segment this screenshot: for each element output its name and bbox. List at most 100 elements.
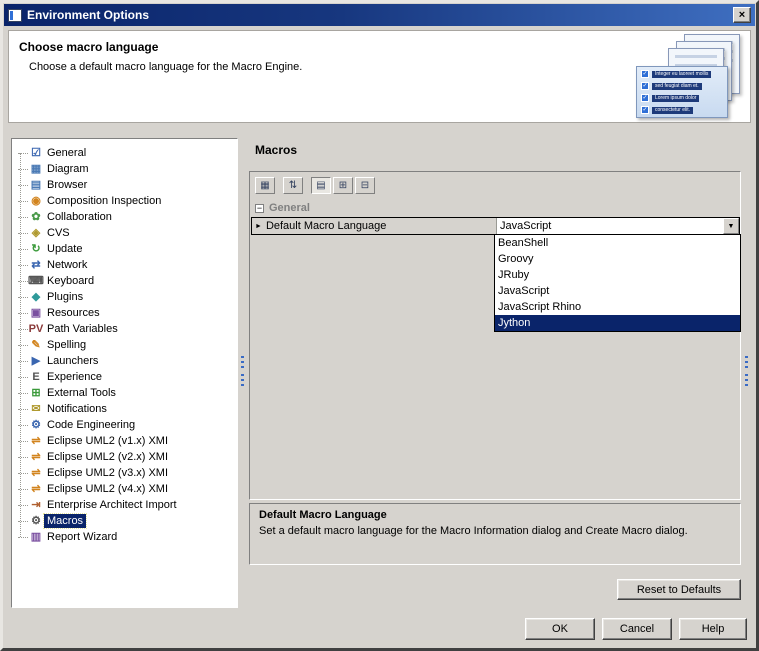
network-icon: ⇄ bbox=[28, 257, 44, 273]
show-description-icon[interactable]: ▤ bbox=[311, 177, 331, 194]
keyboard-icon: ⌨ bbox=[28, 273, 44, 289]
help-button[interactable]: Help bbox=[679, 618, 747, 640]
eclipse-uml2-v1-icon: ⇌ bbox=[28, 433, 44, 449]
tree-item[interactable]: ◉ Composition Inspection bbox=[12, 193, 237, 209]
content-splitter[interactable] bbox=[743, 138, 751, 608]
report-wizard-icon: ▥ bbox=[28, 529, 44, 545]
tree-guide-line bbox=[20, 153, 21, 537]
tree-item-label: Browser bbox=[44, 178, 90, 192]
tree-splitter[interactable] bbox=[239, 138, 247, 608]
tree-item[interactable]: ✉ Notifications bbox=[12, 401, 237, 417]
enterprise-architect-import-icon: ⇥ bbox=[28, 497, 44, 513]
tree-item[interactable]: ⚙ Code Engineering bbox=[12, 417, 237, 433]
tree-item[interactable]: ✎ Spelling bbox=[12, 337, 237, 353]
collapse-group-icon[interactable]: − bbox=[255, 204, 264, 213]
tree-item[interactable]: ▥ Report Wizard bbox=[12, 529, 237, 545]
tree-item[interactable]: ⊞ External Tools bbox=[12, 385, 237, 401]
environment-options-dialog: Environment Options × Choose macro langu… bbox=[0, 0, 759, 651]
close-icon[interactable]: × bbox=[733, 7, 751, 23]
collapse-all-icon[interactable]: ⊟ bbox=[355, 177, 375, 194]
tree-item[interactable]: E Experience bbox=[12, 369, 237, 385]
tree-item[interactable]: ◆ Plugins bbox=[12, 289, 237, 305]
tree-item[interactable]: ↻ Update bbox=[12, 241, 237, 257]
tree-item[interactable]: ⇄ Network bbox=[12, 257, 237, 273]
tree-item[interactable]: ⇌ Eclipse UML2 (v3.x) XMI bbox=[12, 465, 237, 481]
tree-item-label: Spelling bbox=[44, 338, 89, 352]
dropdown-option[interactable]: JRuby bbox=[495, 267, 740, 283]
checklist-row: ✓ sed feugiat diam et. bbox=[641, 82, 723, 90]
tree-item[interactable]: ✿ Collaboration bbox=[12, 209, 237, 225]
tree-item[interactable]: ☑ General bbox=[12, 145, 237, 161]
tree-item-label: Network bbox=[44, 258, 90, 272]
alphabetical-view-icon[interactable]: ⇅ bbox=[283, 177, 303, 194]
tree-item[interactable]: ⇌ Eclipse UML2 (v2.x) XMI bbox=[12, 449, 237, 465]
tree-item-label: Report Wizard bbox=[44, 530, 120, 544]
splitter-grip bbox=[745, 356, 748, 369]
collaboration-icon: ✿ bbox=[28, 209, 44, 225]
tree-item-label: Collaboration bbox=[44, 210, 115, 224]
tree-item[interactable]: ◈ CVS bbox=[12, 225, 237, 241]
tree-item-label: Plugins bbox=[44, 290, 86, 304]
composition-inspection-icon: ◉ bbox=[28, 193, 44, 209]
header-graphic: ✓ Integer eu laoreet mollis ✓ sed feugia… bbox=[636, 34, 742, 120]
tree-item[interactable]: ⇌ Eclipse UML2 (v1.x) XMI bbox=[12, 433, 237, 449]
tree-item[interactable]: PV Path Variables bbox=[12, 321, 237, 337]
description-panel: Default Macro Language Set a default mac… bbox=[249, 503, 741, 565]
property-name: Default Macro Language bbox=[266, 220, 386, 232]
tree-item-label: Keyboard bbox=[44, 274, 97, 288]
tree-item[interactable]: ▤ Browser bbox=[12, 177, 237, 193]
check-icon: ✓ bbox=[641, 70, 649, 78]
general-icon: ☑ bbox=[28, 145, 44, 161]
checklist-row: ✓ Integer eu laoreet mollis bbox=[641, 70, 723, 78]
header-panel: Choose macro language Choose a default m… bbox=[8, 30, 751, 123]
tree-item[interactable]: ⚙ Macros bbox=[12, 513, 237, 529]
group-label: General bbox=[269, 202, 310, 214]
spelling-icon: ✎ bbox=[28, 337, 44, 353]
experience-icon: E bbox=[28, 369, 44, 385]
tree-item[interactable]: ⌨ Keyboard bbox=[12, 273, 237, 289]
window-title: Environment Options bbox=[27, 8, 149, 22]
ok-button[interactable]: OK bbox=[525, 618, 595, 640]
tree-item-label: Composition Inspection bbox=[44, 194, 164, 208]
tree-item[interactable]: ▣ Resources bbox=[12, 305, 237, 321]
diagram-icon: ▦ bbox=[28, 161, 44, 177]
dropdown-option[interactable]: Groovy bbox=[495, 251, 740, 267]
tree-item-label: Diagram bbox=[44, 162, 92, 176]
cancel-button[interactable]: Cancel bbox=[602, 618, 672, 640]
tree-item[interactable]: ⇥ Enterprise Architect Import bbox=[12, 497, 237, 513]
property-toolbar: ▦ ⇅ ▤ ⊞ ⊟ bbox=[255, 177, 375, 194]
reset-to-defaults-button[interactable]: Reset to Defaults bbox=[617, 579, 741, 600]
launchers-icon: ▶ bbox=[28, 353, 44, 369]
dialog-buttons: OK Cancel Help bbox=[525, 618, 747, 640]
dropdown-option[interactable]: JavaScript Rhino bbox=[495, 299, 740, 315]
check-icon: ✓ bbox=[641, 106, 649, 114]
property-name-cell[interactable]: ► Default Macro Language bbox=[252, 218, 497, 234]
splitter-grip bbox=[241, 374, 244, 387]
property-row: ► Default Macro Language JavaScript ▼ bbox=[251, 217, 740, 235]
resources-icon: ▣ bbox=[28, 305, 44, 321]
dropdown-option[interactable]: Jython bbox=[495, 315, 740, 331]
tree-item-label: Macros bbox=[44, 514, 86, 528]
dropdown-option[interactable]: BeanShell bbox=[495, 235, 740, 251]
expand-all-icon[interactable]: ⊞ bbox=[333, 177, 353, 194]
tree-item[interactable]: ▦ Diagram bbox=[12, 161, 237, 177]
checklist-text: Lorem ipsum dolor bbox=[652, 95, 699, 102]
eclipse-uml2-v2-icon: ⇌ bbox=[28, 449, 44, 465]
tree-item-label: External Tools bbox=[44, 386, 119, 400]
tree-item-label: General bbox=[44, 146, 89, 160]
combobox-value: JavaScript bbox=[500, 220, 551, 232]
dropdown-option[interactable]: JavaScript bbox=[495, 283, 740, 299]
tree-item[interactable]: ▶ Launchers bbox=[12, 353, 237, 369]
browser-icon: ▤ bbox=[28, 177, 44, 193]
macro-language-combobox[interactable]: JavaScript ▼ bbox=[497, 218, 739, 234]
titlebar[interactable]: Environment Options × bbox=[4, 4, 755, 26]
macro-language-dropdown: BeanShell Groovy JRuby JavaScript JavaSc… bbox=[494, 234, 741, 332]
chevron-down-icon[interactable]: ▼ bbox=[723, 218, 739, 234]
categorized-view-icon[interactable]: ▦ bbox=[255, 177, 275, 194]
checklist-text: Integer eu laoreet mollis bbox=[652, 71, 711, 78]
row-marker-icon: ► bbox=[255, 223, 262, 230]
tree-item[interactable]: ⇌ Eclipse UML2 (v4.x) XMI bbox=[12, 481, 237, 497]
tree-item-label: CVS bbox=[44, 226, 73, 240]
tree-item-label: Code Engineering bbox=[44, 418, 138, 432]
dialog-icon bbox=[8, 9, 22, 22]
